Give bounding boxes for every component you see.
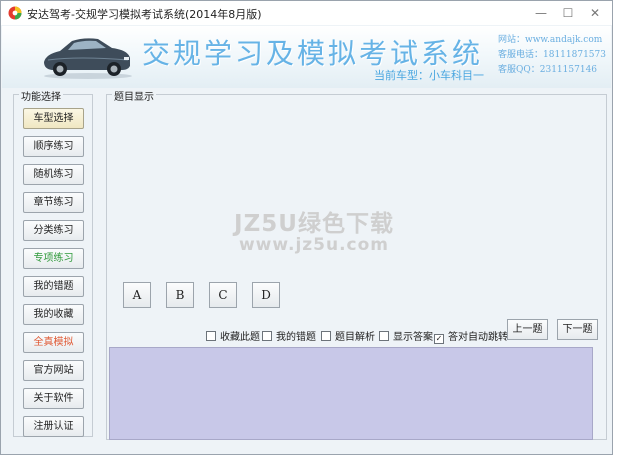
- register-button[interactable]: 注册认证: [23, 416, 84, 437]
- chapter-practice-button[interactable]: 章节练习: [23, 192, 84, 213]
- favorite-label: 收藏此题: [220, 332, 260, 343]
- analysis-checkbox[interactable]: [321, 331, 331, 341]
- maximize-button[interactable]: ☐: [554, 3, 582, 23]
- answer-b-button[interactable]: B: [166, 282, 194, 308]
- question-panel: 题目显示 A B C D 收藏此题 我的错题 题目解析 显示答案 ✓ 答对自动跳转…: [106, 88, 607, 440]
- random-practice-button[interactable]: 随机练习: [23, 164, 84, 185]
- mock-exam-button[interactable]: 全真模拟: [23, 332, 84, 353]
- answer-display-area: [109, 347, 593, 440]
- auto-next-checkbox[interactable]: ✓: [434, 334, 444, 344]
- answer-c-button[interactable]: C: [209, 282, 237, 308]
- website-text: 网站：www.andajk.com: [498, 35, 603, 45]
- official-website-button[interactable]: 官方网站: [23, 360, 84, 381]
- header-banner: 交规学习及模拟考试系统 当前车型：小车科目一 网站：www.andajk.com…: [2, 26, 611, 88]
- answer-d-button[interactable]: D: [252, 282, 280, 308]
- close-button[interactable]: ✕: [581, 3, 609, 23]
- favorite-question-option[interactable]: 收藏此题: [206, 328, 260, 343]
- qq-text: 客服QQ：2311157146: [498, 65, 598, 75]
- analysis-label: 题目解析: [335, 332, 375, 343]
- answer-a-button[interactable]: A: [123, 282, 151, 308]
- my-mistakes-button[interactable]: 我的错题: [23, 276, 84, 297]
- show-answer-label: 显示答案: [393, 332, 433, 343]
- main-window: 安达驾考-交规学习模拟考试系统(2014年8月版) — ☐ ✕ 交规学习及模拟考…: [0, 0, 613, 455]
- minimize-button[interactable]: —: [527, 3, 555, 23]
- my-favorites-button[interactable]: 我的收藏: [23, 304, 84, 325]
- question-analysis-option[interactable]: 题目解析: [321, 328, 375, 343]
- window-title: 安达驾考-交规学习模拟考试系统(2014年8月版): [27, 8, 262, 21]
- title-bar[interactable]: 安达驾考-交规学习模拟考试系统(2014年8月版) — ☐ ✕: [1, 1, 612, 25]
- show-answer-option[interactable]: 显示答案: [379, 328, 433, 343]
- sequential-practice-button[interactable]: 顺序练习: [23, 136, 84, 157]
- function-panel-label: 功能选择: [19, 88, 63, 103]
- category-practice-button[interactable]: 分类练习: [23, 220, 84, 241]
- app-title: 交规学习及模拟考试系统: [142, 37, 484, 70]
- auto-next-label: 答对自动跳转: [448, 332, 508, 343]
- next-question-button[interactable]: 下一题: [557, 319, 598, 340]
- mistakes-label: 我的错题: [276, 332, 316, 343]
- my-mistakes-option[interactable]: 我的错题: [262, 328, 316, 343]
- question-panel-label: 题目显示: [112, 88, 156, 103]
- prev-question-button[interactable]: 上一题: [507, 319, 548, 340]
- phone-text: 客服电话：18111871573: [498, 50, 606, 60]
- app-logo-icon: [8, 6, 22, 20]
- car-type-select-button[interactable]: 车型选择: [23, 108, 84, 129]
- current-car-type: 当前车型：小车科目一: [374, 69, 484, 82]
- show-answer-checkbox[interactable]: [379, 331, 389, 341]
- car-image: [44, 38, 132, 79]
- favorite-checkbox[interactable]: [206, 331, 216, 341]
- special-practice-button[interactable]: 专项练习: [23, 248, 84, 269]
- auto-next-option[interactable]: ✓ 答对自动跳转: [434, 328, 508, 344]
- function-panel: 功能选择 车型选择 顺序练习 随机练习 章节练习 分类练习 专项练习 我的错题 …: [13, 88, 93, 437]
- about-software-button[interactable]: 关于软件: [23, 388, 84, 409]
- mistakes-checkbox[interactable]: [262, 331, 272, 341]
